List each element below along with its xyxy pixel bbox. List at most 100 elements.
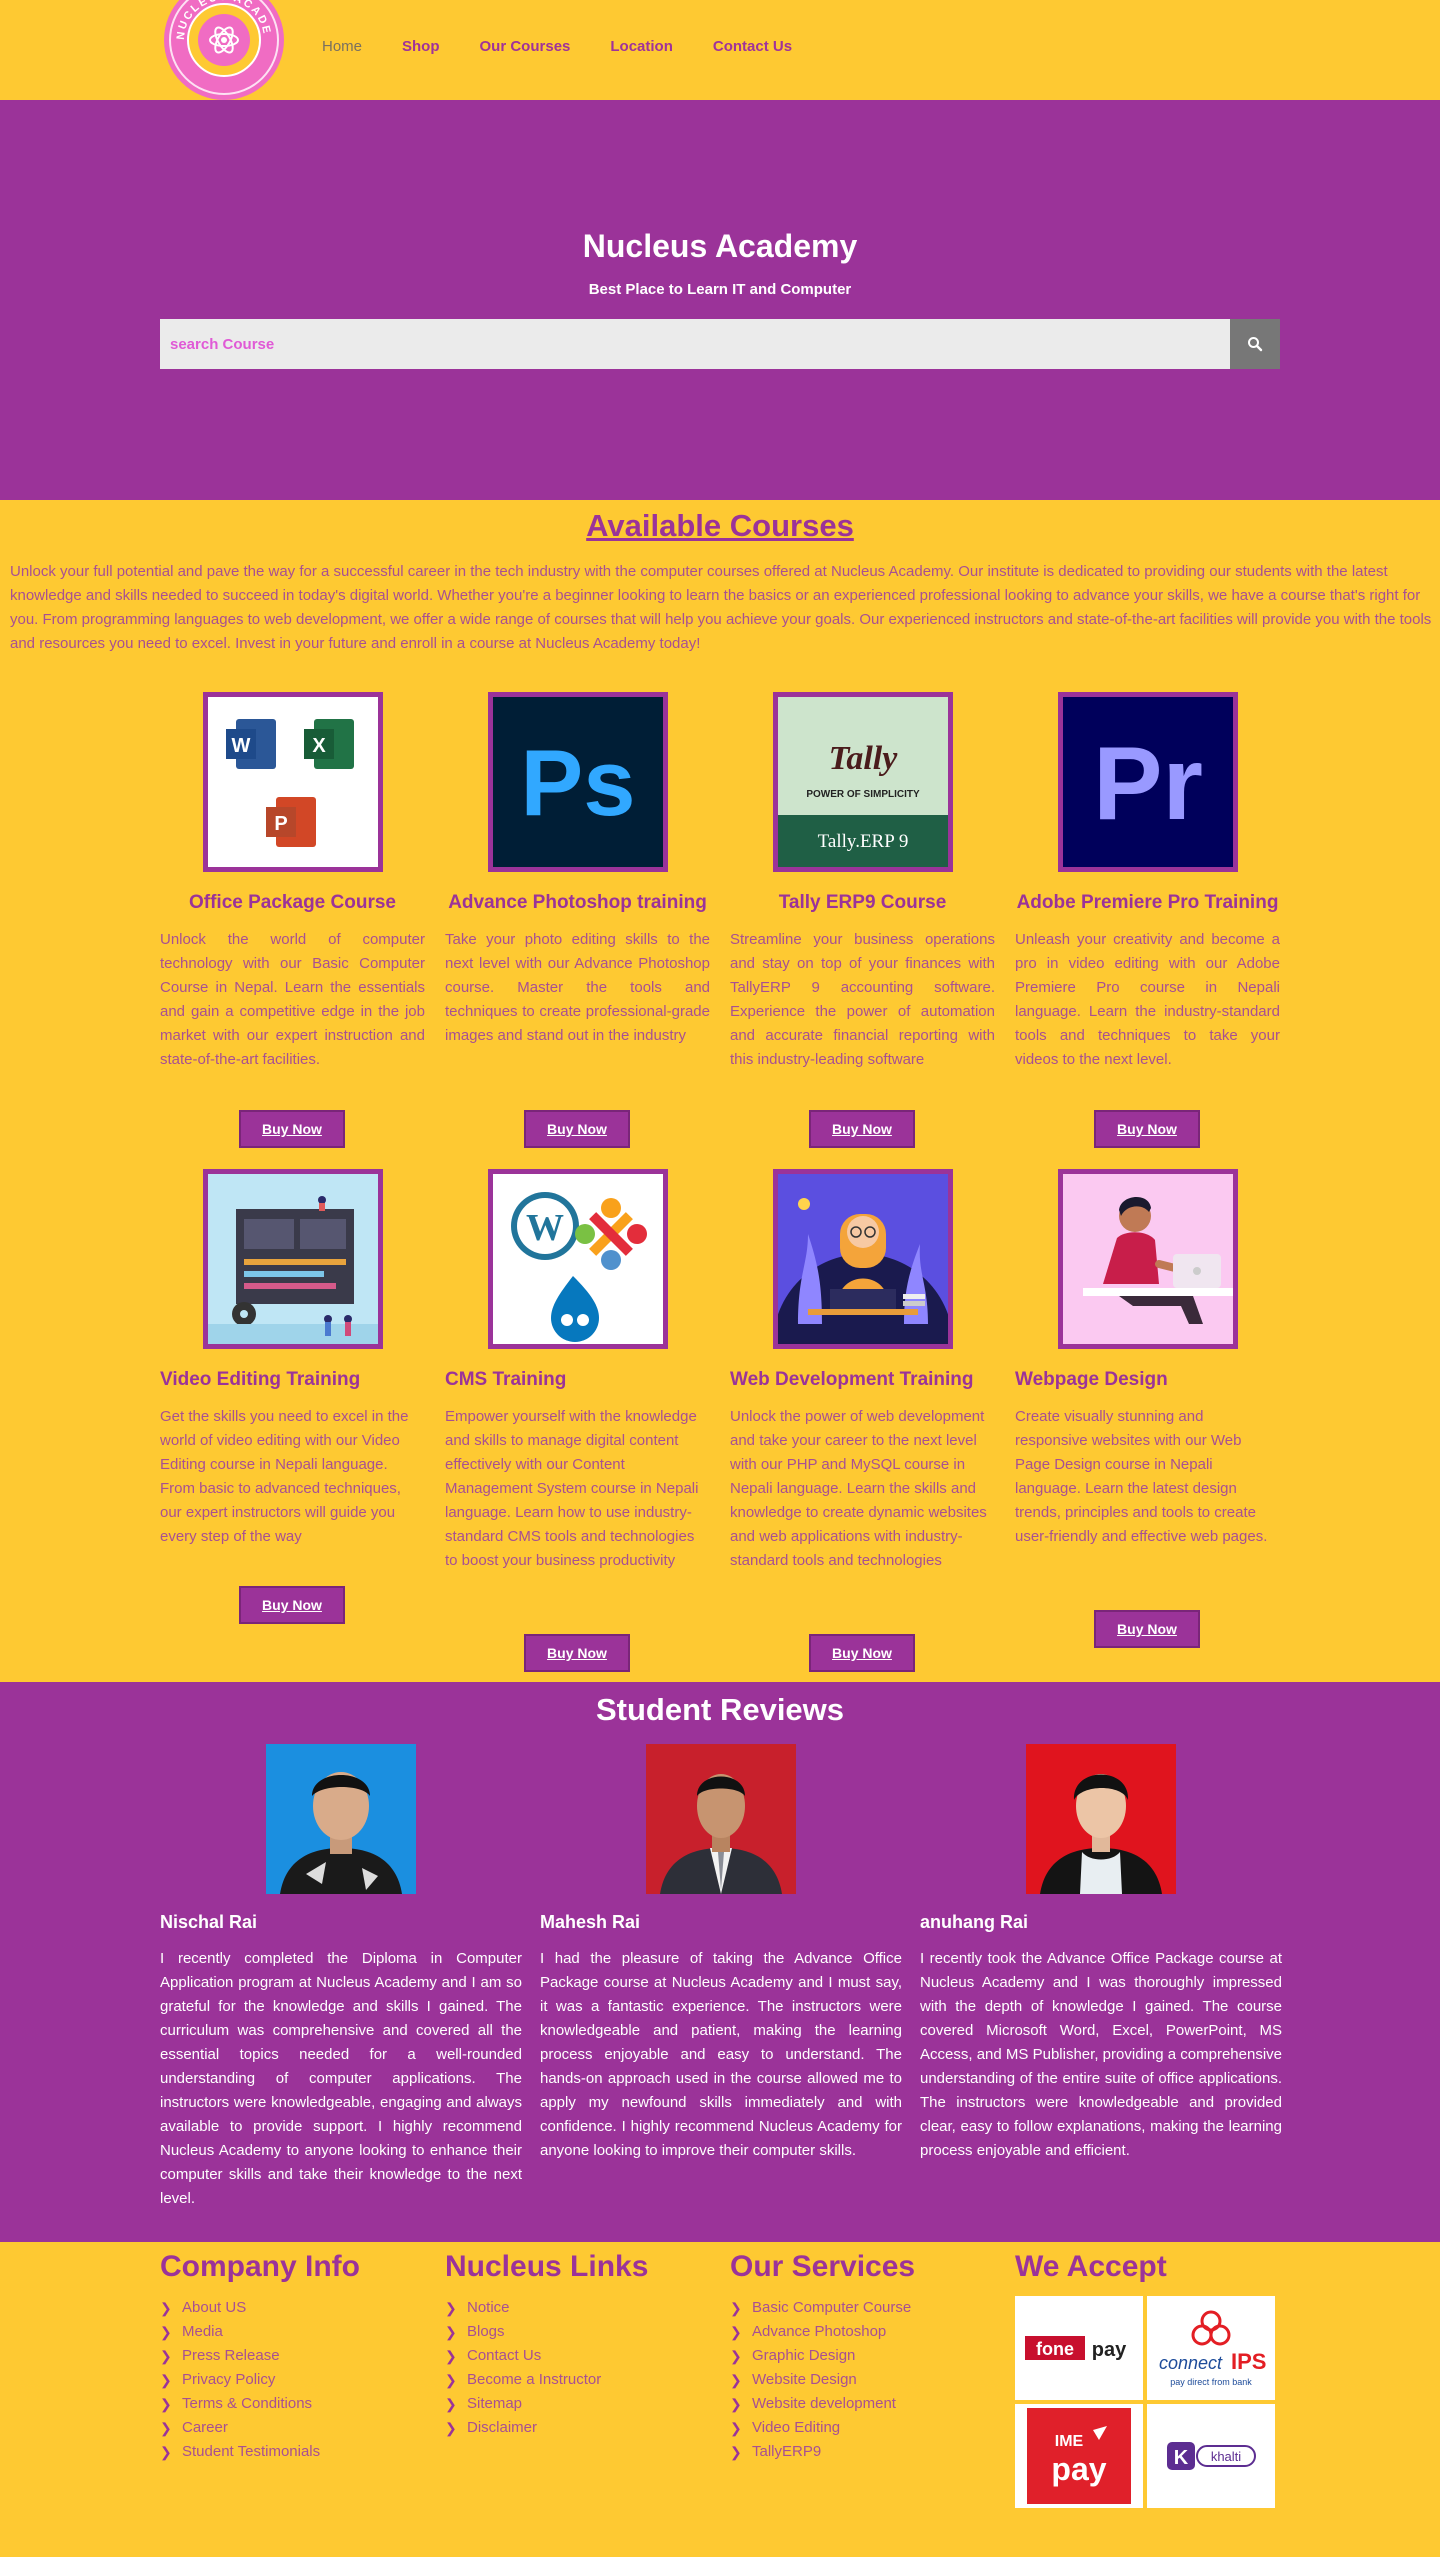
svg-text:pay direct from bank: pay direct from bank <box>1170 2377 1252 2387</box>
chevron-right-icon: ❯ <box>160 2348 172 2364</box>
student-photo <box>266 1744 416 1894</box>
cms-image: W <box>487 1169 668 1349</box>
fonepay-logo: fone pay fonepay <box>1015 2296 1143 2400</box>
svg-text:W: W <box>526 1207 564 1249</box>
buy-now-button[interactable]: Buy Now <box>809 1634 915 1672</box>
footer-link[interactable]: ❯ Contact Us <box>445 2344 648 2368</box>
footer-link[interactable]: ❯ Blogs <box>445 2320 648 2344</box>
student-photo <box>646 1744 796 1894</box>
nav-our-courses[interactable]: Our Courses <box>480 38 571 55</box>
svg-text:POWER OF SIMPLICITY: POWER OF SIMPLICITY <box>806 789 920 800</box>
chevron-right-icon: ❯ <box>445 2396 457 2412</box>
web-development-image <box>772 1169 953 1349</box>
svg-text:Ps: Ps <box>520 730 635 835</box>
search-input[interactable] <box>160 319 1230 369</box>
footer-link[interactable]: ❯ Basic Computer Course <box>730 2296 915 2320</box>
course-name: Web Development Training <box>730 1369 974 1390</box>
reviews-title: Student Reviews <box>595 1692 845 1727</box>
footer-link[interactable]: ❯ About US <box>160 2296 360 2320</box>
course-description: Unlock the power of web development and … <box>730 1408 987 1569</box>
nav-shop[interactable]: Shop <box>402 38 440 55</box>
course-description: Take your photo editing skills to the ne… <box>445 931 710 1044</box>
connectips-logo: connect IPS pay direct from bank <box>1147 2296 1275 2400</box>
footer-link[interactable]: ❯ Privacy Policy <box>160 2368 360 2392</box>
webpage-design-image <box>1057 1169 1238 1349</box>
search-button[interactable] <box>1230 319 1280 369</box>
svg-text:K: K <box>1174 2447 1189 2469</box>
buy-now-button[interactable]: Buy Now <box>239 1110 345 1148</box>
svg-text:P: P <box>274 813 287 835</box>
chevron-right-icon: ❯ <box>160 2396 172 2412</box>
course-card: W X P Office Package Course Unlock the w… <box>160 692 425 1072</box>
footer-link[interactable]: ❯ Career <box>160 2416 360 2440</box>
review-text: I recently took the Advance Office Packa… <box>920 1950 1282 2159</box>
premiere-pro-image: Pr <box>1057 692 1238 872</box>
footer-link[interactable]: ❯ Disclaimer <box>445 2416 648 2440</box>
svg-text:fonepay: fonepay <box>1079 2364 1083 2366</box>
course-card: Web Development Training Unlock the powe… <box>730 1169 995 1573</box>
buy-now-button[interactable]: Buy Now <box>524 1110 630 1148</box>
course-name: CMS Training <box>445 1369 567 1390</box>
nav-home[interactable]: Home <box>322 38 362 55</box>
buy-now-button[interactable]: Buy Now <box>524 1634 630 1672</box>
course-description: Empower yourself with the knowledge and … <box>445 1408 699 1569</box>
footer-link[interactable]: ❯ Advance Photoshop <box>730 2320 915 2344</box>
buy-now-button[interactable]: Buy Now <box>809 1110 915 1148</box>
hero-section: Nucleus Academy Best Place to Learn IT a… <box>0 100 1440 500</box>
svg-text:W: W <box>231 735 250 757</box>
footer-link[interactable]: ❯ Notice <box>445 2296 648 2320</box>
site-footer: Company Info ❯ About US ❯ Media ❯ Press Rel… <box>0 2242 1440 2557</box>
course-name: Tally ERP9 Course <box>778 892 947 913</box>
footer-link[interactable]: ❯ Terms & Conditions <box>160 2392 360 2416</box>
review-text: I had the pleasure of taking the Advance… <box>540 1950 902 2159</box>
svg-text:connect: connect <box>1159 2353 1223 2373</box>
nucleus-academy-logo[interactable]: NUCLEUS ACADEMY <box>162 0 286 100</box>
buy-now-button[interactable]: Buy Now <box>1094 1610 1200 1648</box>
course-card: Video Editing Training Get the skills yo… <box>160 1169 425 1549</box>
footer-link[interactable]: ❯ Media <box>160 2320 360 2344</box>
footer-heading: We Accept <box>1015 2250 1167 2283</box>
course-description: Create visually stunning and responsive … <box>1015 1408 1268 1545</box>
footer-link[interactable]: ❯ Become a Instructor <box>445 2368 648 2392</box>
review-card: Mahesh Rai I had the pleasure of taking … <box>540 1744 902 2163</box>
footer-company-info: Company Info ❯ About US ❯ Media ❯ Press Rel… <box>160 2250 360 2464</box>
chevron-right-icon: ❯ <box>445 2420 457 2436</box>
chevron-right-icon: ❯ <box>160 2420 172 2436</box>
reviewer-name: Mahesh Rai <box>540 1912 641 1932</box>
svg-text:khalti: khalti <box>1211 2449 1241 2464</box>
footer-link[interactable]: ❯ Website development <box>730 2392 915 2416</box>
main-nav: Home Shop Our Courses Location Contact U… <box>322 38 832 55</box>
chevron-right-icon: ❯ <box>445 2372 457 2388</box>
nav-location[interactable]: Location <box>610 38 673 55</box>
footer-link[interactable]: ❯ TallyERP9 <box>730 2440 915 2464</box>
svg-text:IPS: IPS <box>1231 2349 1266 2374</box>
footer-link[interactable]: ❯ Graphic Design <box>730 2344 915 2368</box>
buy-now-button[interactable]: Buy Now <box>239 1586 345 1624</box>
chevron-right-icon: ❯ <box>445 2324 457 2340</box>
review-card: anuhang Rai I recently took the Advance … <box>920 1744 1282 2163</box>
course-name: Advance Photoshop training <box>448 892 707 913</box>
nav-contact-us[interactable]: Contact Us <box>713 38 792 55</box>
course-description: Streamline your business operations and … <box>730 931 995 1068</box>
course-card: Webpage Design Create visually stunning … <box>1015 1169 1280 1549</box>
chevron-right-icon: ❯ <box>445 2300 457 2316</box>
footer-link[interactable]: ❯ Video Editing <box>730 2416 915 2440</box>
footer-we-accept: We Accept fone pay fonepay connect IPS p… <box>1015 2250 1275 2508</box>
footer-link[interactable]: ❯ Student Testimonials <box>160 2440 360 2464</box>
courses-title: Available Courses <box>586 508 854 543</box>
course-name: Webpage Design <box>1015 1369 1168 1390</box>
chevron-right-icon: ❯ <box>730 2300 742 2316</box>
footer-link[interactable]: ❯ Sitemap <box>445 2392 648 2416</box>
chevron-right-icon: ❯ <box>730 2420 742 2436</box>
footer-link[interactable]: ❯ Website Design <box>730 2368 915 2392</box>
buy-now-button[interactable]: Buy Now <box>1094 1110 1200 1148</box>
chevron-right-icon: ❯ <box>160 2444 172 2460</box>
chevron-right-icon: ❯ <box>445 2348 457 2364</box>
student-reviews-section: Student Reviews Nischal Rai I recently c… <box>0 1682 1440 2242</box>
chevron-right-icon: ❯ <box>730 2324 742 2340</box>
svg-text:Tally: Tally <box>828 740 898 777</box>
chevron-right-icon: ❯ <box>160 2324 172 2340</box>
tally-erp9-image: Tally POWER OF SIMPLICITY Tally.ERP 9 <box>772 692 953 872</box>
hero-subtitle: Best Place to Learn IT and Computer <box>588 281 852 298</box>
footer-link[interactable]: ❯ Press Release <box>160 2344 360 2368</box>
